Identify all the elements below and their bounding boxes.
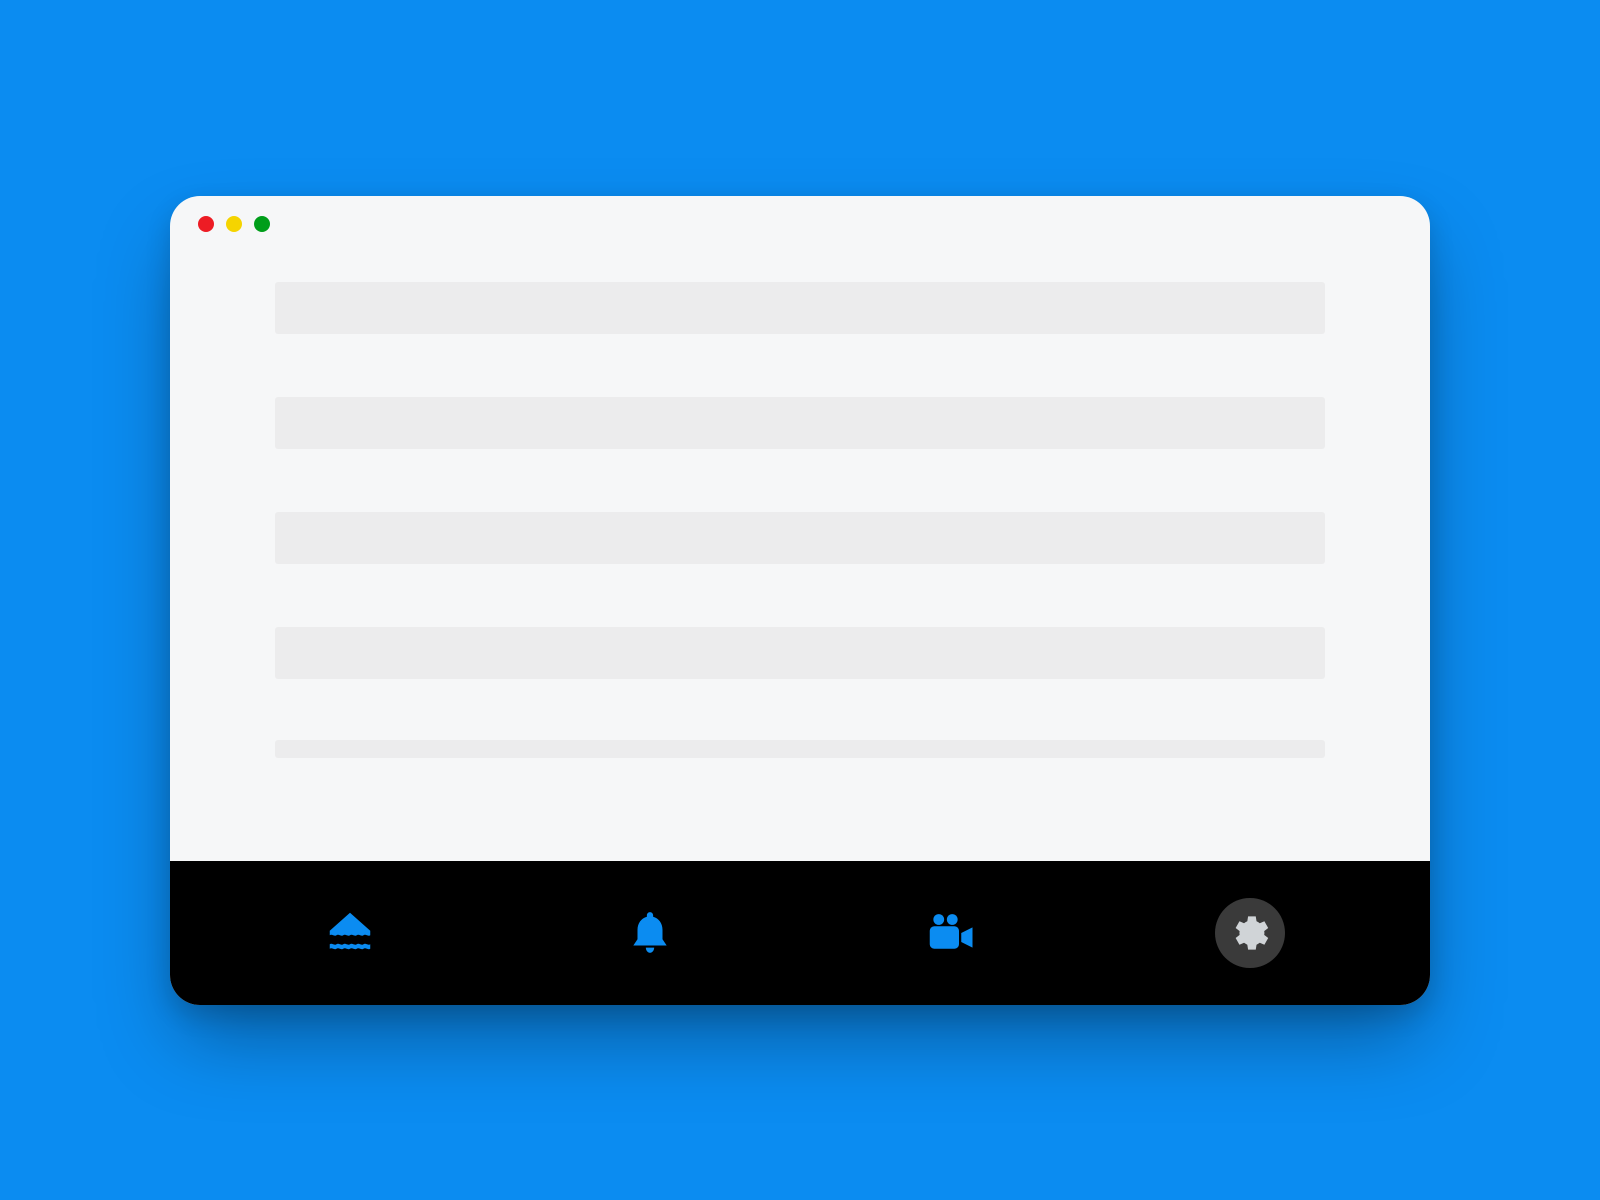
placeholder-row — [275, 397, 1325, 449]
nav-alerts[interactable] — [615, 898, 685, 968]
placeholder-row — [275, 512, 1325, 564]
window-close-dot[interactable] — [198, 216, 214, 232]
placeholder-row — [275, 282, 1325, 334]
gear-icon — [1227, 910, 1273, 956]
window-zoom-dot[interactable] — [254, 216, 270, 232]
content-area — [170, 252, 1430, 861]
window-titlebar — [170, 196, 1430, 252]
placeholder-row — [275, 740, 1325, 758]
home-flood-icon — [323, 906, 377, 960]
nav-video[interactable] — [915, 898, 985, 968]
video-camera-icon — [923, 906, 977, 960]
bell-icon — [625, 908, 675, 958]
placeholder-row — [275, 627, 1325, 679]
window-minimize-dot[interactable] — [226, 216, 242, 232]
bottom-nav — [170, 861, 1430, 1005]
nav-home[interactable] — [315, 898, 385, 968]
nav-settings[interactable] — [1215, 898, 1285, 968]
app-window — [170, 196, 1430, 1005]
